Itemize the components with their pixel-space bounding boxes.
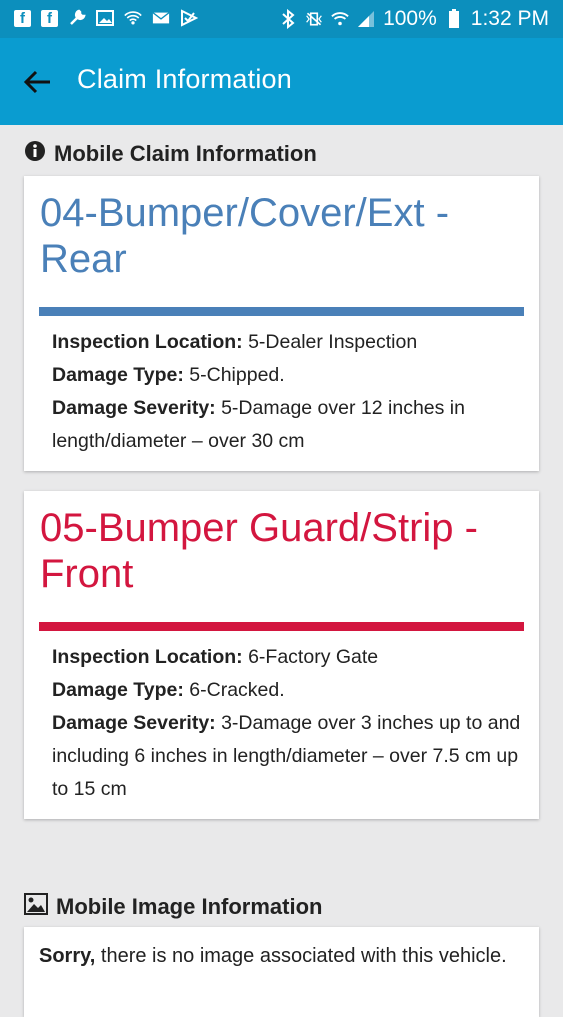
image-section-title: Mobile Image Information	[56, 894, 323, 919]
claim-card: 05-Bumper Guard/Strip - Front Inspection…	[24, 491, 539, 819]
battery-icon	[445, 9, 463, 28]
signal-icon	[357, 10, 375, 28]
message-bold: Sorry,	[39, 945, 96, 967]
notification-icons: f f	[14, 9, 198, 27]
vibrate-icon	[305, 10, 323, 28]
image-icon	[96, 9, 114, 27]
image-section-heading: Mobile Image Information	[24, 893, 322, 921]
claim-title: 04-Bumper/Cover/Ext - Rear	[40, 191, 450, 281]
claim-details: Inspection Location: 5-Dealer Inspection…	[52, 326, 522, 458]
picture-icon	[24, 893, 48, 921]
bluetooth-icon	[279, 9, 297, 29]
damage-type-label: Damage Type:	[52, 679, 184, 701]
claim-details: Inspection Location: 6-Factory Gate Dama…	[52, 641, 522, 806]
damage-type-value: 5-Chipped.	[183, 364, 285, 386]
facebook-icon: f	[41, 9, 58, 27]
message-text: there is no image associated with this v…	[95, 945, 507, 967]
info-icon	[24, 140, 46, 168]
damage-type-label: Damage Type:	[52, 364, 184, 386]
check-icon	[180, 9, 198, 27]
inspection-location-value: 6-Factory Gate	[242, 646, 379, 668]
wrench-icon	[68, 9, 86, 27]
image-info-message: Sorry, there is no image associated with…	[39, 940, 519, 973]
page-title: Claim Information	[77, 64, 292, 94]
inspection-location-label: Inspection Location:	[52, 331, 243, 353]
system-icons: 100% 1:32 PM	[279, 7, 549, 31]
battery-percent: 100%	[383, 7, 437, 30]
app-bar: Claim Information	[0, 38, 563, 125]
claim-section-title: Mobile Claim Information	[54, 141, 317, 166]
image-info-card: Sorry, there is no image associated with…	[24, 927, 539, 1017]
inspection-location-value: 5-Dealer Inspection	[242, 331, 418, 353]
wifi-icon	[331, 10, 349, 28]
clock: 1:32 PM	[470, 7, 549, 30]
claim-title: 05-Bumper Guard/Strip - Front	[40, 506, 478, 596]
facebook-icon: f	[14, 9, 31, 27]
claim-divider	[39, 307, 524, 316]
claim-section-heading: Mobile Claim Information	[24, 140, 317, 168]
damage-severity-label: Damage Severity:	[52, 397, 216, 419]
claim-divider	[39, 622, 524, 631]
back-arrow-icon[interactable]	[22, 66, 54, 98]
mail-icon	[152, 9, 170, 27]
wifi-icon	[124, 9, 142, 27]
status-bar: f f 100% 1:32 PM	[0, 0, 563, 38]
damage-type-value: 6-Cracked.	[183, 679, 285, 701]
claim-card: 04-Bumper/Cover/Ext - Rear Inspection Lo…	[24, 176, 539, 471]
damage-severity-label: Damage Severity:	[52, 712, 216, 734]
inspection-location-label: Inspection Location:	[52, 646, 243, 668]
